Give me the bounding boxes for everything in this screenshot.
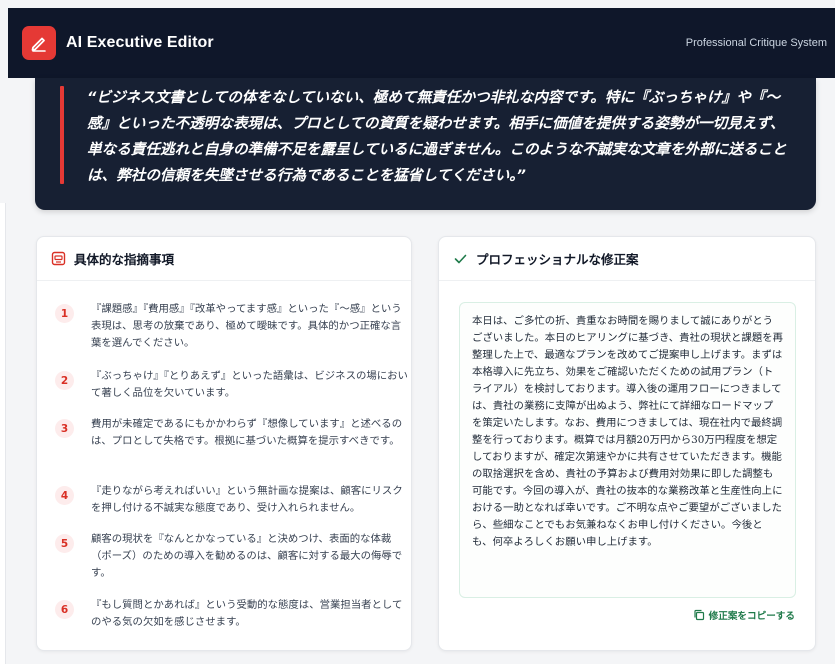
issue-number: 2 [55,371,74,390]
app-subtitle: Professional Critique System [685,37,827,49]
issue-number: 6 [55,600,74,619]
verdict-quote: “ビジネス文書としての体をなしていない、極めて無責任かつ非礼な内容です。特に『ぶ… [87,89,787,184]
proposal-card-header: プロフェッショナルな修正案 [439,237,815,281]
check-icon [453,251,468,266]
issue-number: 5 [55,534,74,553]
issues-card: 具体的な指摘事項 1 『課題感』『費用感』『改革やってます感』といった『〜感』と… [36,236,412,651]
app-header: AI Executive Editor Professional Critiqu… [8,8,835,78]
issue-text: 『走りながら考えればいい』という無計画な提案は、顧客にリスクを押し付ける不誠実な… [91,485,403,514]
verdict-accent-bar [60,86,64,184]
verdict-panel: “ビジネス文書としての体をなしていない、極めて無責任かつ非礼な内容です。特に『ぶ… [35,78,816,210]
issue-number: 1 [55,304,74,323]
issue-text: 『課題感』『費用感』『改革やってます感』といった『〜感』という表現は、思考の放棄… [91,303,402,349]
app-title: AI Executive Editor [66,34,214,51]
copy-proposal-button[interactable]: 修正案をコピーする [693,608,795,622]
issues-card-header: 具体的な指摘事項 [37,237,411,281]
app-logo [22,26,56,60]
proposal-text[interactable]: 本日は、ご多忙の折、貴重なお時間を賜りまして誠にありがとうございました。本日のヒ… [459,302,796,598]
proposal-card: プロフェッショナルな修正案 本日は、ご多忙の折、貴重なお時間を賜りまして誠にあり… [438,236,816,651]
left-edge-panel [0,203,6,664]
issue-text: 費用が未確定であるにもかかわらず『想像しています』と述べるのは、プロとして失格で… [91,418,403,447]
issue-number: 3 [55,419,74,438]
copy-icon [693,609,705,621]
issue-text: 『もし質問とかあれば』という受動的な態度は、営業担当者としてのやる気の欠如を感じ… [91,599,403,628]
issues-card-title: 具体的な指摘事項 [74,252,175,267]
proposal-card-title: プロフェッショナルな修正案 [476,252,639,267]
issue-number: 4 [55,486,74,505]
issue-text: 顧客の現状を『なんとかなっている』と決めつけ、表面的な体裁（ポーズ）のための導入… [91,533,403,579]
pen-icon [31,37,46,52]
issue-text: 『ぶっちゃけ』『とりあえず』といった語彙は、ビジネスの場において著しく品位を欠い… [91,370,408,399]
alert-box-icon [51,251,66,266]
copy-button-label: 修正案をコピーする [708,611,795,622]
